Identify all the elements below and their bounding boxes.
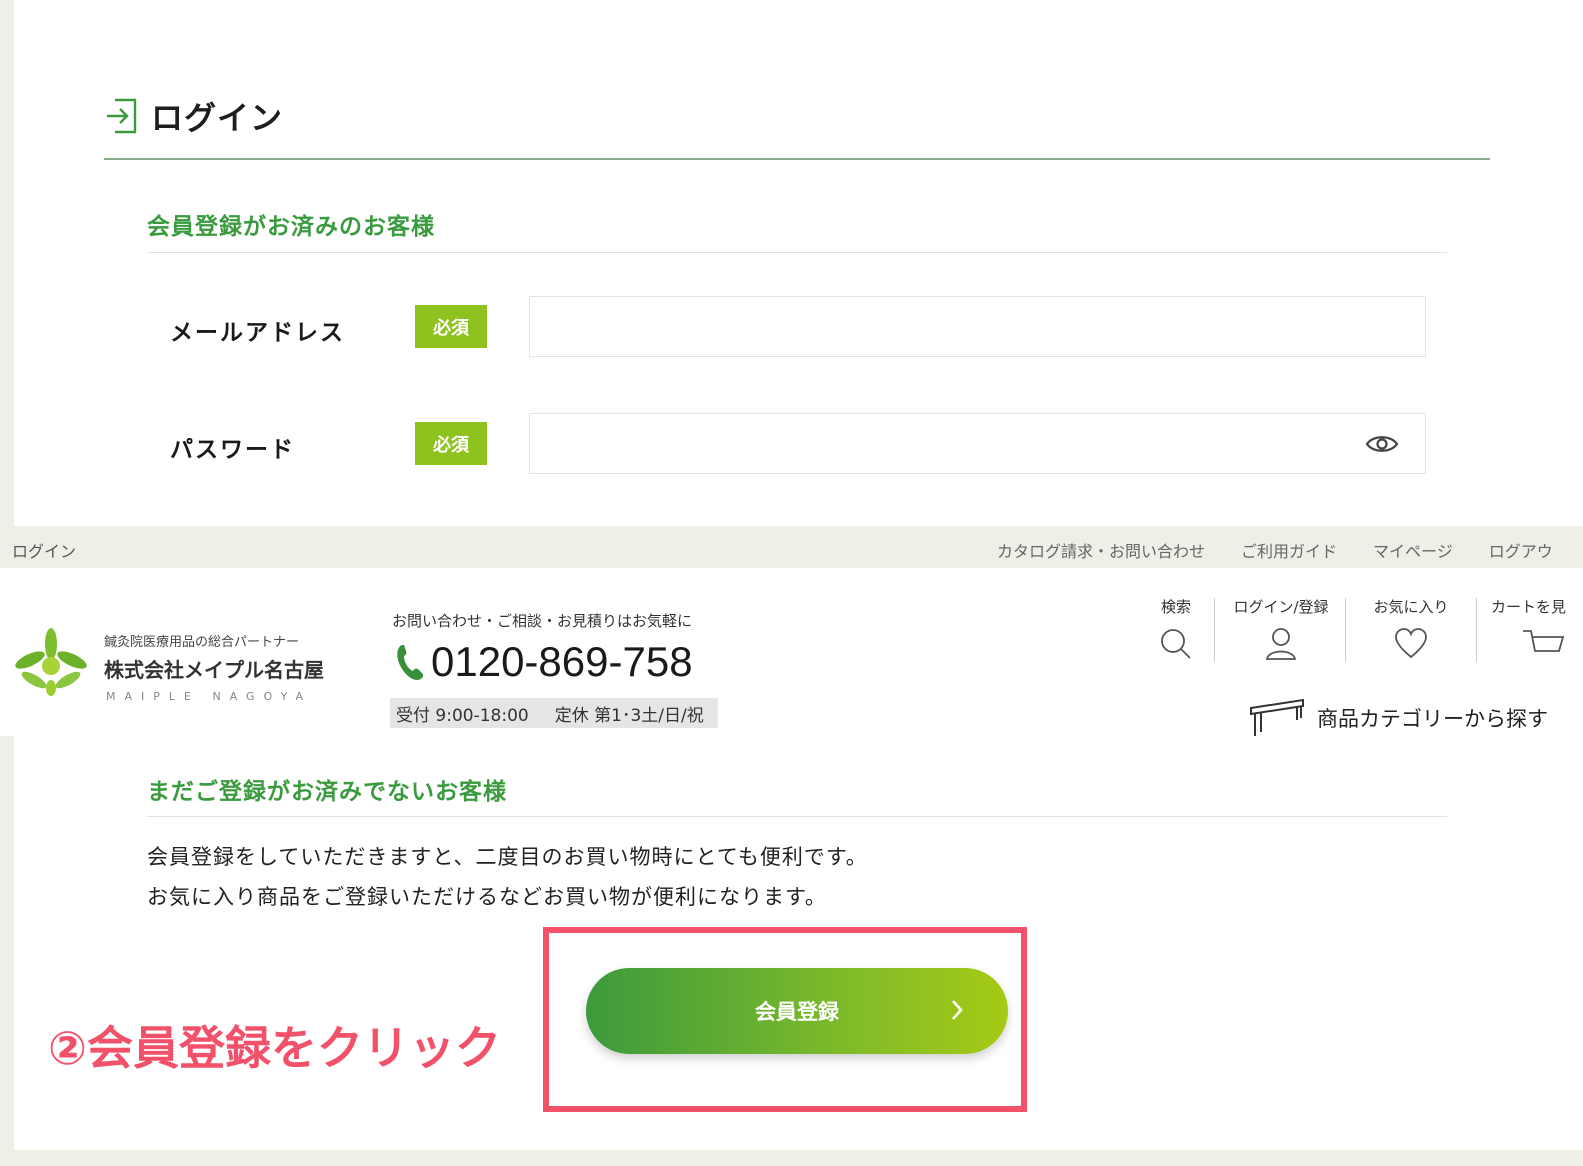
password-required-badge: 必須 [415,422,487,465]
favorites-label: お気に入り [1373,598,1449,616]
maple-leaf-logo[interactable] [10,626,92,696]
login-heading: ログイン [105,94,283,138]
table-icon [1250,698,1304,736]
login-register-label: ログイン/登録 [1233,598,1329,616]
category-button[interactable]: 商品カテゴリーから探す [1247,698,1548,738]
breadcrumb[interactable]: ログイン [12,538,76,562]
tel-intro: お問い合わせ・ご相談・お見積りはお気軽に [392,612,693,630]
nav-divider [1345,598,1346,662]
tel-row: 0120-869-758 [393,638,693,686]
member-section-title: 会員登録がお済みのお客様 [147,214,435,240]
header-favorites[interactable]: お気に入り [1366,596,1456,659]
tel-number[interactable]: 0120-869-758 [431,638,693,686]
header-search[interactable]: 検索 [1158,596,1194,661]
company-en-name: MAIPLE NAGOYA [106,690,312,703]
instruction-annotation: ②会員登録をクリック [48,1021,501,1075]
logo-tagline: 鍼灸院医療用品の総合パートナー [104,635,300,650]
cart-icon [1523,630,1565,652]
password-label: パスワード [170,437,295,463]
site-header: 鍼灸院医療用品の総合パートナー 株式会社メイプル名古屋 MAIPLE NAGOY… [0,568,1583,765]
search-label: 検索 [1160,598,1191,616]
catalog-link[interactable]: カタログ請求・お問い合わせ [997,538,1205,562]
business-hours: 受付 9:00-18:00 定休 第1･3土/日/祝 [390,698,718,728]
header-cart[interactable]: カートを見 [1491,596,1583,659]
register-section-divider [147,816,1447,817]
header-login[interactable]: ログイン/登録 [1225,596,1337,661]
email-field[interactable] [529,296,1426,357]
guide-link[interactable]: ご利用ガイド [1241,538,1337,562]
hours-open: 受付 9:00-18:00 [396,705,529,726]
page-title: ログイン [151,99,284,137]
mypage-link[interactable]: マイページ [1373,538,1453,562]
password-field[interactable] [529,413,1426,474]
login-enter-icon [107,98,137,134]
user-icon [1265,628,1297,660]
nav-divider [1214,598,1215,662]
register-description-line2: お気に入り商品をご登録いただけるなどお買い物が便利になります。 [147,885,827,909]
eye-icon[interactable] [1365,432,1399,456]
member-section-divider [147,252,1447,253]
email-label: メールアドレス [170,320,345,346]
email-required-badge: 必須 [415,305,487,348]
category-label: 商品カテゴリーから探す [1317,707,1548,731]
register-section-title: まだご登録がお済みでないお客様 [147,779,507,805]
cart-label: カートを見 [1491,598,1567,616]
hours-closed: 定休 第1･3土/日/祝 [554,705,704,726]
phone-icon [397,645,424,680]
search-icon [1161,629,1191,659]
nav-divider [1476,598,1477,662]
register-description-line1: 会員登録をしていただきますと、二度目のお買い物時にとても便利です。 [147,845,868,869]
highlight-box [543,927,1027,1112]
utility-bar: ログイン カタログ請求・お問い合わせ ご利用ガイド マイページ ログアウ [0,526,1583,568]
company-name[interactable]: 株式会社メイプル名古屋 [104,654,324,683]
heart-icon [1395,628,1427,659]
utility-links: カタログ請求・お問い合わせ ご利用ガイド マイページ ログアウ [997,538,1553,562]
title-divider [104,158,1490,160]
logout-link[interactable]: ログアウ [1489,538,1553,562]
